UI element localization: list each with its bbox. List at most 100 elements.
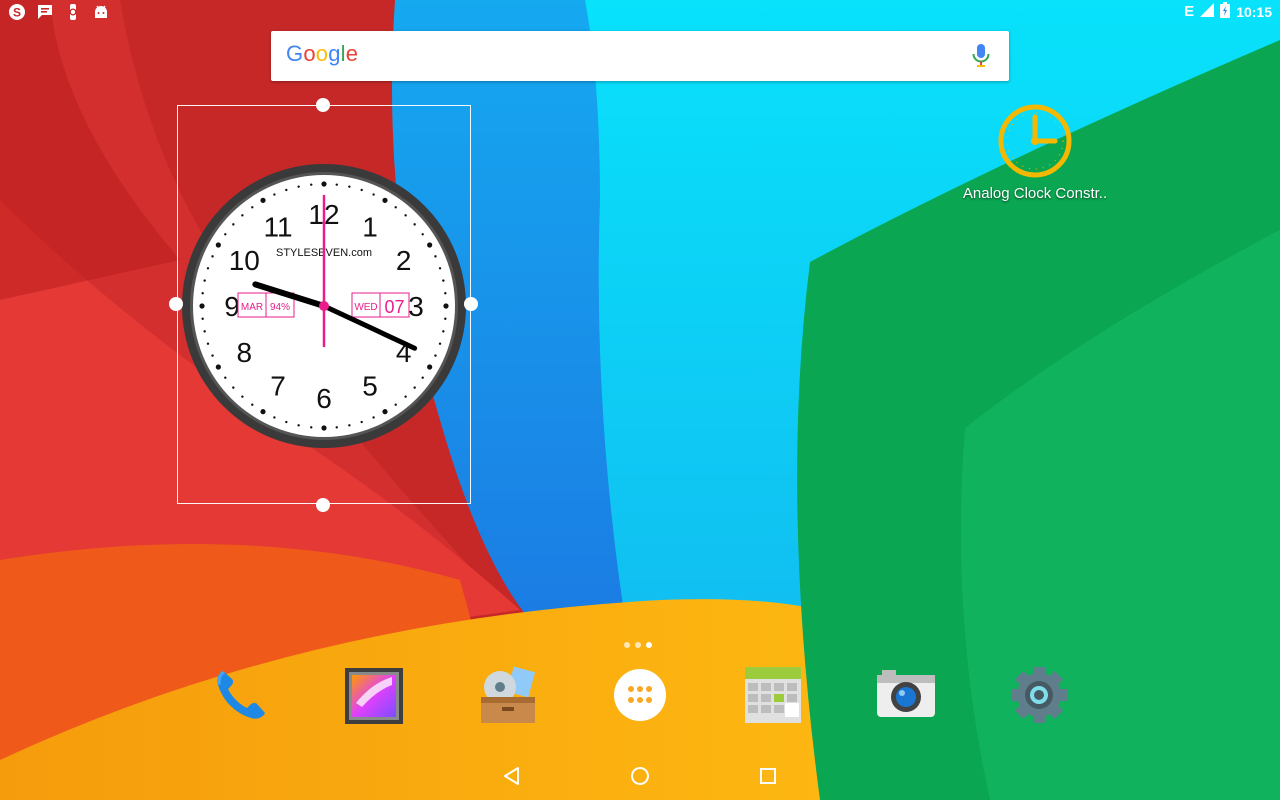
hour-tick: [199, 303, 205, 309]
back-button[interactable]: [498, 762, 526, 790]
hour-tick: [382, 197, 388, 203]
minute-tick: [444, 292, 447, 295]
phone-icon[interactable]: [209, 663, 273, 727]
resize-handle-left[interactable]: [169, 297, 183, 311]
status-bar: S E 10:15: [0, 0, 1280, 24]
battery-label: 94%: [270, 302, 290, 313]
minute-tick: [206, 342, 210, 345]
clock-numeral: 11: [263, 211, 292, 242]
minute-tick: [297, 185, 300, 188]
minute-tick: [335, 426, 338, 429]
recents-button[interactable]: [754, 762, 782, 790]
month-label: MAR: [241, 302, 263, 313]
svg-text:S: S: [13, 6, 21, 20]
minute-tick: [438, 267, 442, 270]
hour-tick: [427, 242, 433, 248]
google-logo-letter: o: [315, 41, 329, 66]
calendar-app-icon[interactable]: [741, 663, 805, 727]
minute-tick: [372, 416, 375, 419]
clock-numeral: 3: [408, 291, 424, 322]
messages-icon[interactable]: [36, 3, 54, 21]
minute-tick: [394, 206, 397, 209]
network-type: E: [1184, 3, 1195, 20]
google-logo-letter: o: [303, 41, 316, 66]
minute-tick: [211, 354, 214, 357]
hour-tick: [215, 242, 221, 248]
status-time: 10:15: [1236, 3, 1272, 20]
watch-icon[interactable]: [64, 3, 82, 21]
analog-clock-shortcut[interactable]: Analog Clock Constr..: [954, 103, 1116, 202]
minute-tick: [438, 342, 442, 345]
minute-tick: [404, 395, 407, 398]
minute-tick: [224, 233, 227, 236]
minute-tick: [413, 223, 416, 226]
google-logo-letter: G: [286, 41, 304, 66]
resize-handle-top[interactable]: [316, 98, 330, 112]
minute-tick: [348, 424, 351, 427]
clock-numeral: 8: [237, 337, 253, 368]
minute-tick: [421, 376, 424, 379]
minute-tick: [442, 330, 445, 333]
clock-numeral: 7: [270, 371, 286, 402]
clock-icon: [997, 103, 1073, 179]
hour-tick: [321, 181, 327, 187]
day-label: 07: [384, 297, 404, 317]
gallery-icon[interactable]: [342, 663, 406, 727]
weekday-label: WED: [354, 302, 377, 313]
signal-icon: [1200, 3, 1215, 20]
clock-numeral: 6: [316, 383, 332, 414]
clock-center-pin: [319, 301, 329, 311]
hour-tick: [443, 303, 449, 309]
camera-icon[interactable]: [874, 663, 938, 727]
status-indicators: E 10:15: [1184, 2, 1272, 21]
minute-tick: [251, 206, 254, 209]
clock-numeral: 5: [362, 371, 378, 402]
page-indicator: [624, 642, 652, 648]
minute-tick: [404, 214, 407, 217]
minute-tick: [232, 386, 235, 389]
hour-tick: [260, 197, 266, 203]
clock-numeral: 10: [229, 245, 260, 276]
clock-numeral: 9: [224, 291, 240, 322]
minute-tick: [360, 420, 363, 424]
skype-icon[interactable]: S: [8, 3, 26, 21]
google-logo-letter: g: [328, 41, 341, 66]
minute-tick: [232, 223, 235, 226]
hour-tick: [321, 425, 327, 431]
minute-tick: [203, 279, 206, 282]
page-dot-current[interactable]: [646, 642, 652, 648]
clock-numeral: 1: [362, 211, 378, 242]
settings-icon[interactable]: [1007, 663, 1071, 727]
minute-tick: [273, 193, 276, 196]
google-search-bar[interactable]: Google: [271, 31, 1009, 81]
files-icon[interactable]: [476, 663, 540, 727]
analog-clock-widget[interactable]: 121234567891011 STYLESEVEN.com MAR 94% W…: [181, 163, 467, 449]
battery-icon: [1220, 2, 1231, 21]
minute-tick: [285, 420, 288, 424]
minute-tick: [224, 376, 227, 379]
minute-tick: [413, 386, 416, 389]
minute-tick: [372, 193, 375, 196]
all-apps-icon[interactable]: [608, 663, 672, 727]
home-button[interactable]: [626, 762, 654, 790]
minute-tick: [201, 292, 204, 295]
mic-icon[interactable]: [971, 43, 991, 69]
minute-tick: [211, 255, 214, 258]
hour-tick: [260, 409, 266, 415]
minute-tick: [203, 330, 206, 333]
minute-tick: [434, 354, 437, 357]
minute-tick: [241, 395, 244, 398]
minute-tick: [201, 317, 204, 320]
minute-tick: [241, 214, 244, 217]
page-dot[interactable]: [624, 642, 630, 648]
resize-handle-bottom[interactable]: [316, 498, 330, 512]
shortcut-label: Analog Clock Constr..: [962, 185, 1108, 202]
resize-handle-right[interactable]: [464, 297, 478, 311]
minute-tick: [251, 403, 254, 406]
android-icon[interactable]: [92, 3, 110, 21]
google-logo-letter: e: [345, 41, 359, 66]
hour-tick: [427, 364, 433, 370]
minute-tick: [206, 267, 210, 270]
minute-tick: [310, 183, 313, 186]
page-dot[interactable]: [635, 642, 641, 648]
